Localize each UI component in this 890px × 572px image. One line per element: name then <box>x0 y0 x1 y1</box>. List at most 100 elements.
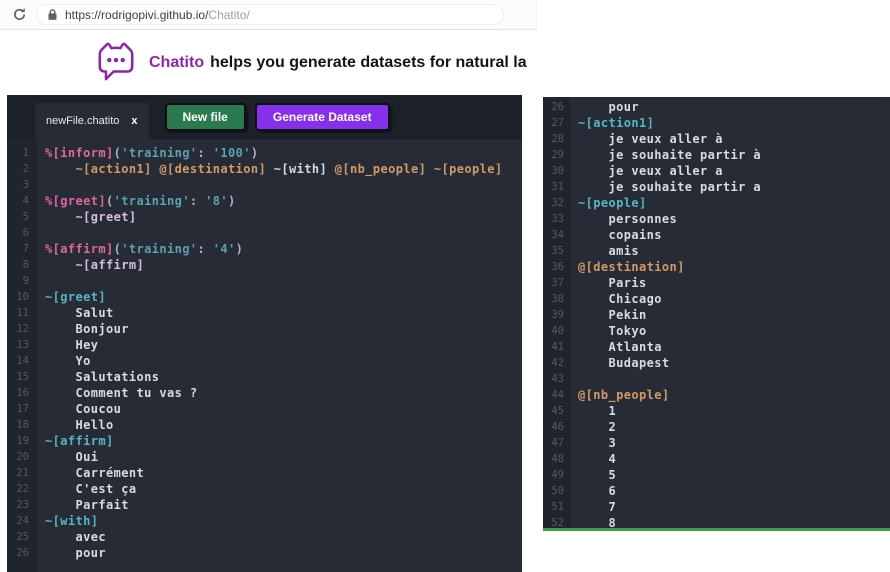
code-line[interactable]: 28 je veux aller à <box>543 131 890 147</box>
code-line[interactable]: 38 Chicago <box>543 291 890 307</box>
code-line[interactable]: 52 8 <box>543 515 890 531</box>
line-content: Paris <box>570 275 647 291</box>
code-line[interactable]: 47 3 <box>543 435 890 451</box>
code-line[interactable]: 12 Bonjour <box>7 321 522 337</box>
line-content: Salutations <box>37 369 159 385</box>
code-line[interactable]: 49 5 <box>543 467 890 483</box>
code-line[interactable]: 4%[greet]('training': '8') <box>7 193 522 209</box>
code-line[interactable]: 9 <box>7 273 522 289</box>
code-line[interactable]: 39 Pekin <box>543 307 890 323</box>
code-line[interactable]: 41 Atlanta <box>543 339 890 355</box>
code-line[interactable]: 23 Parfait <box>7 497 522 513</box>
line-number: 15 <box>7 369 37 385</box>
code-line[interactable]: 48 4 <box>543 451 890 467</box>
editor-panel-left: newFile.chatito x New file Generate Data… <box>7 95 522 572</box>
code-line[interactable]: 26 pour <box>7 545 522 561</box>
code-line[interactable]: 26 pour <box>543 99 890 115</box>
code-line[interactable]: 50 6 <box>543 483 890 499</box>
line-content: 7 <box>570 499 616 515</box>
code-line[interactable]: 16 Comment tu vas ? <box>7 385 522 401</box>
line-number: 41 <box>543 339 570 355</box>
code-line[interactable]: 29 je souhaite partir à <box>543 147 890 163</box>
code-line[interactable]: 18 Hello <box>7 417 522 433</box>
line-content: ~[affirm] <box>37 433 114 449</box>
code-line[interactable]: 10~[greet] <box>7 289 522 305</box>
code-line[interactable]: 5 ~[greet] <box>7 209 522 225</box>
close-icon[interactable]: x <box>131 115 137 127</box>
code-line[interactable]: 11 Salut <box>7 305 522 321</box>
line-content: avec <box>37 529 106 545</box>
code-line[interactable]: 20 Oui <box>7 449 522 465</box>
code-line[interactable]: 14 Yo <box>7 353 522 369</box>
code-line[interactable]: 45 1 <box>543 403 890 419</box>
line-number: 43 <box>543 371 570 387</box>
code-line[interactable]: 34 copains <box>543 227 890 243</box>
code-line[interactable]: 40 Tokyo <box>543 323 890 339</box>
line-content: pour <box>570 99 639 115</box>
line-number: 44 <box>543 387 570 403</box>
line-number: 50 <box>543 483 570 499</box>
code-line[interactable]: 43 <box>543 371 890 387</box>
code-line[interactable]: 37 Paris <box>543 275 890 291</box>
code-line[interactable]: 24~[with] <box>7 513 522 529</box>
reload-icon[interactable] <box>10 6 28 24</box>
code-line[interactable]: 8 ~[affirm] <box>7 257 522 273</box>
code-line[interactable]: 22 C'est ça <box>7 481 522 497</box>
lock-icon[interactable] <box>47 8 58 21</box>
line-number: 5 <box>7 209 37 225</box>
editor-actions: New file Generate Dataset <box>165 103 390 131</box>
line-number: 30 <box>543 163 570 179</box>
line-content <box>570 371 578 387</box>
code-line[interactable]: 3 <box>7 177 522 193</box>
code-line[interactable]: 25 avec <box>7 529 522 545</box>
code-line[interactable]: 42 Budapest <box>543 355 890 371</box>
line-content: 2 <box>570 419 616 435</box>
code-line[interactable]: 6 <box>7 225 522 241</box>
code-line[interactable]: 44@[nb_people] <box>543 387 890 403</box>
line-number: 38 <box>543 291 570 307</box>
tab-newfile-chatito[interactable]: newFile.chatito x <box>35 103 149 139</box>
code-line[interactable]: 21 Carrément <box>7 465 522 481</box>
line-content: ~[action1] <box>570 115 654 131</box>
line-content: Carrément <box>37 465 144 481</box>
code-editor-left[interactable]: 1%[inform]('training': '100')2 ~[action1… <box>7 139 522 572</box>
line-number: 25 <box>7 529 37 545</box>
code-line[interactable]: 13 Hey <box>7 337 522 353</box>
code-line[interactable]: 27~[action1] <box>543 115 890 131</box>
line-number: 21 <box>7 465 37 481</box>
line-content: ~[affirm] <box>37 257 144 273</box>
line-number: 2 <box>7 161 37 177</box>
new-file-button[interactable]: New file <box>165 103 246 131</box>
code-line[interactable]: 2 ~[action1] @[destination] ~[with] @[nb… <box>7 161 522 177</box>
code-line[interactable]: 7%[affirm]('training': '4') <box>7 241 522 257</box>
line-content <box>37 273 45 289</box>
line-content: ~[greet] <box>37 289 106 305</box>
code-line[interactable]: 1%[inform]('training': '100') <box>7 145 522 161</box>
code-line[interactable]: 30 je veux aller a <box>543 163 890 179</box>
line-content: C'est ça <box>37 481 137 497</box>
line-content: amis <box>570 243 639 259</box>
code-line[interactable]: 17 Coucou <box>7 401 522 417</box>
url-field[interactable]: https://rodrigopivi.github.io/Chatito/ <box>36 4 504 25</box>
line-content: Tokyo <box>570 323 647 339</box>
line-number: 8 <box>7 257 37 273</box>
code-editor-right[interactable]: 26 pour27~[action1]28 je veux aller à29 … <box>543 97 890 528</box>
line-number: 37 <box>543 275 570 291</box>
code-line[interactable]: 51 7 <box>543 499 890 515</box>
line-content: 1 <box>570 403 616 419</box>
line-number: 24 <box>7 513 37 529</box>
code-line[interactable]: 15 Salutations <box>7 369 522 385</box>
code-line[interactable]: 36@[destination] <box>543 259 890 275</box>
code-line[interactable]: 35 amis <box>543 243 890 259</box>
code-line[interactable]: 31 je souhaite partir a <box>543 179 890 195</box>
code-line[interactable]: 32~[people] <box>543 195 890 211</box>
line-content: ~[action1] @[destination] ~[with] @[nb_p… <box>37 161 503 177</box>
line-number: 23 <box>7 497 37 513</box>
code-line[interactable]: 33 personnes <box>543 211 890 227</box>
line-content: 8 <box>570 515 616 531</box>
generate-dataset-button[interactable]: Generate Dataset <box>255 103 390 131</box>
line-content: %[greet]('training': '8') <box>37 193 236 209</box>
code-line[interactable]: 19~[affirm] <box>7 433 522 449</box>
line-number: 46 <box>543 419 570 435</box>
code-line[interactable]: 46 2 <box>543 419 890 435</box>
